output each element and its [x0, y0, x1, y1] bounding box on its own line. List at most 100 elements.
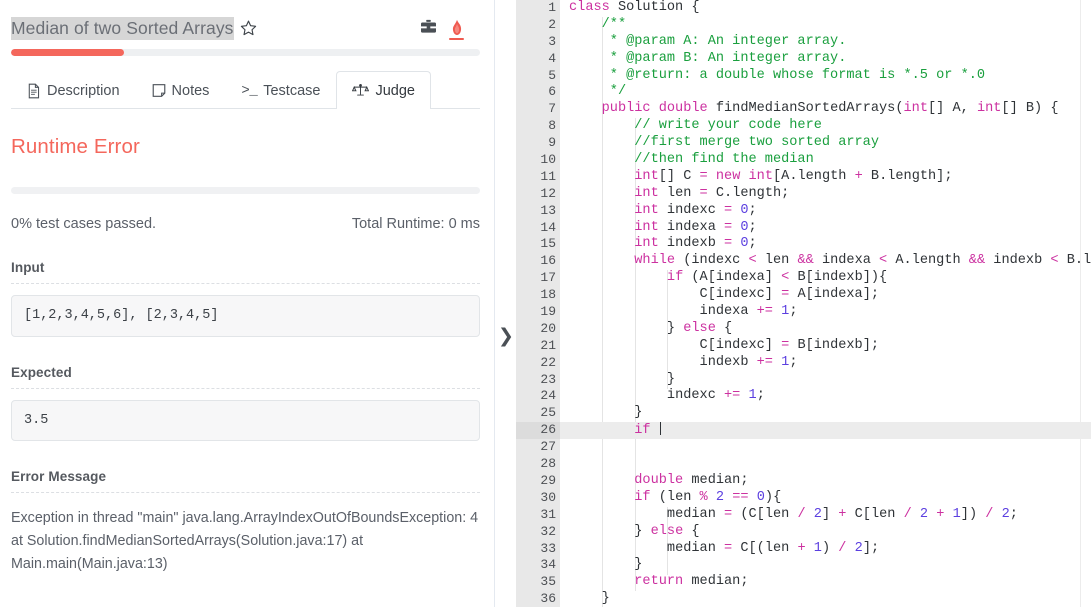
line-number[interactable]: 33: [516, 541, 560, 558]
code-line[interactable]: [560, 456, 1091, 473]
line-number[interactable]: 24: [516, 388, 560, 405]
code-line[interactable]: indexb += 1;: [560, 355, 1091, 372]
line-number[interactable]: 18: [516, 287, 560, 304]
panel-expand-chevron-right-icon[interactable]: ❯: [497, 325, 515, 347]
line-number[interactable]: 4: [516, 51, 560, 68]
code-token: indexa: [658, 219, 725, 235]
line-number[interactable]: 11: [516, 169, 560, 186]
briefcase-icon[interactable]: [419, 18, 438, 41]
code-token: [A.length: [773, 168, 855, 184]
line-number[interactable]: 7▼: [516, 101, 566, 118]
code-line[interactable]: }: [560, 591, 1091, 607]
line-number[interactable]: 8: [516, 118, 560, 135]
code-content[interactable]: class Solution { /** * @param A: An inte…: [560, 0, 1091, 607]
line-number[interactable]: 6: [516, 84, 560, 101]
code-line[interactable]: double median;: [560, 473, 1091, 490]
code-token: median;: [683, 574, 749, 590]
line-number[interactable]: 36: [516, 591, 560, 607]
line-number[interactable]: 34: [516, 557, 560, 574]
code-line[interactable]: class Solution {: [560, 0, 1091, 17]
line-number[interactable]: 21: [516, 338, 560, 355]
code-line[interactable]: return median;: [560, 574, 1091, 591]
code-token: ];: [862, 540, 880, 556]
tab-testcase[interactable]: >_ Testcase: [225, 71, 336, 109]
code-line[interactable]: }: [560, 372, 1091, 389]
code-line[interactable]: } else {: [560, 321, 1091, 338]
line-number[interactable]: 19: [516, 304, 560, 321]
line-number[interactable]: 16▼: [516, 253, 566, 270]
line-number[interactable]: 9: [516, 135, 560, 152]
code-line[interactable]: * @param B: An integer array.: [560, 51, 1091, 68]
code-token: indexb: [985, 253, 1051, 269]
code-token: 0: [740, 219, 749, 235]
code-line[interactable]: /**: [560, 17, 1091, 34]
tab-notes[interactable]: Notes: [136, 71, 226, 109]
code-line[interactable]: // write your code here: [560, 118, 1091, 135]
flame-icon[interactable]: [449, 19, 464, 40]
line-number[interactable]: 29: [516, 473, 560, 490]
code-line[interactable]: if (A[indexa] < B[indexb]){: [560, 270, 1091, 287]
line-number[interactable]: 31: [516, 507, 560, 524]
line-number[interactable]: 17▼: [516, 270, 566, 287]
code-line[interactable]: C[indexc] = A[indexa];: [560, 287, 1091, 304]
line-number[interactable]: 2▼: [516, 17, 566, 34]
code-line[interactable]: }: [560, 557, 1091, 574]
code-line[interactable]: public double findMedianSortedArrays(int…: [560, 101, 1091, 118]
code-token: int: [634, 236, 659, 252]
problem-progress-bar: [11, 49, 480, 56]
code-line[interactable]: int len = C.length;: [560, 186, 1091, 203]
line-number[interactable]: 5: [516, 68, 560, 85]
line-number[interactable]: 26: [516, 422, 560, 440]
line-number[interactable]: 10: [516, 152, 560, 169]
line-number[interactable]: 13: [516, 203, 560, 220]
code-line[interactable]: }: [560, 405, 1091, 422]
tab-description[interactable]: Description: [11, 71, 136, 109]
code-line[interactable]: median = C[(len + 1) / 2];: [560, 541, 1091, 558]
code-line[interactable]: int indexc = 0;: [560, 203, 1091, 220]
code-line[interactable]: indexc += 1;: [560, 388, 1091, 405]
line-number[interactable]: 32▼: [516, 524, 566, 541]
code-line[interactable]: if (len % 2 == 0){: [560, 490, 1091, 507]
line-number[interactable]: 28: [516, 456, 560, 473]
code-line[interactable]: int[] C = new int[A.length + B.length];: [560, 169, 1091, 186]
code-line[interactable]: //then find the median: [560, 152, 1091, 169]
tab-judge[interactable]: Judge: [336, 71, 431, 109]
line-number[interactable]: 20▼: [516, 321, 566, 338]
code-line[interactable]: * @param A: An integer array.: [560, 34, 1091, 51]
line-number[interactable]: 23: [516, 372, 560, 389]
code-line[interactable]: if: [560, 422, 1091, 440]
scales-icon: [352, 83, 370, 98]
code-line[interactable]: //first merge two sorted array: [560, 135, 1091, 152]
line-number[interactable]: 3: [516, 34, 560, 51]
line-number[interactable]: 35: [516, 574, 560, 591]
code-line[interactable]: } else {: [560, 524, 1091, 541]
code-line[interactable]: */: [560, 84, 1091, 101]
line-number[interactable]: 25: [516, 405, 560, 422]
line-number[interactable]: 30▼: [516, 490, 566, 507]
expected-label: Expected: [11, 364, 72, 380]
terminal-prompt-icon: >_: [241, 82, 258, 99]
line-number[interactable]: 22: [516, 355, 560, 372]
code-editor[interactable]: 1▼2▼34567▼8910111213141516▼17▼181920▼212…: [495, 0, 1091, 607]
code-line[interactable]: [560, 439, 1091, 456]
code-line[interactable]: * @return: a double whose format is *.5 …: [560, 68, 1091, 85]
line-number[interactable]: 15: [516, 236, 560, 253]
code-line[interactable]: median = (C[len / 2] + C[len / 2 + 1]) /…: [560, 507, 1091, 524]
line-number[interactable]: 14: [516, 220, 560, 237]
code-line[interactable]: C[indexc] = B[indexb];: [560, 338, 1091, 355]
code-token: =: [724, 236, 733, 252]
code-line[interactable]: indexa += 1;: [560, 304, 1091, 321]
code-line[interactable]: while (indexc < len && indexa < A.length…: [560, 253, 1091, 270]
line-number-gutter[interactable]: 1▼2▼34567▼8910111213141516▼17▼181920▼212…: [516, 0, 566, 607]
star-outline-icon[interactable]: [240, 19, 257, 39]
code-line[interactable]: int indexa = 0;: [560, 220, 1091, 237]
line-number[interactable]: 1▼: [516, 0, 566, 17]
problem-progress-fill: [11, 49, 124, 56]
line-number[interactable]: 27: [516, 439, 560, 456]
line-number[interactable]: 12: [516, 186, 560, 203]
code-line[interactable]: int indexb = 0;: [560, 236, 1091, 253]
